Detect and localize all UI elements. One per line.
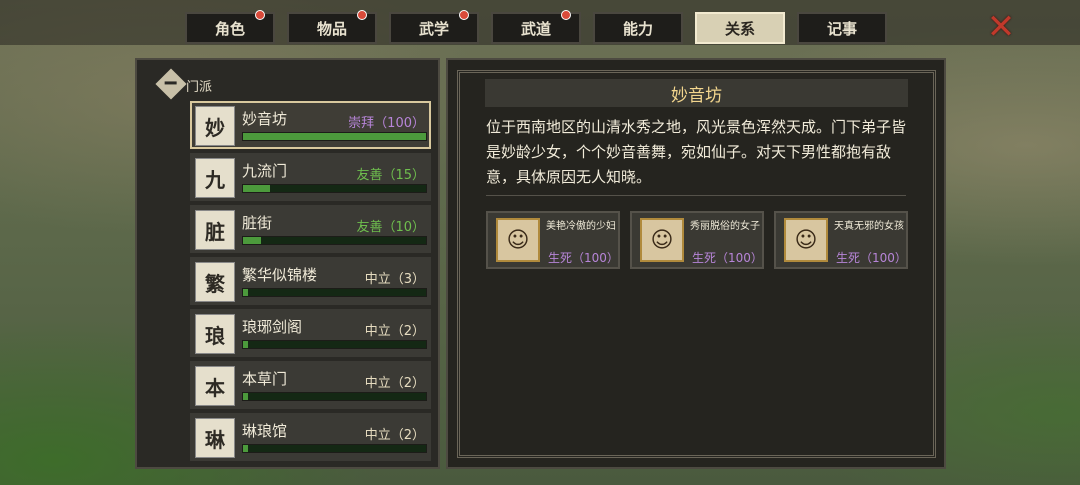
faction-emblem-icon: 妙 [195,106,235,146]
faction-row[interactable]: 本本草门 中立（2） [190,361,431,409]
faction-status: 中立（2） [364,324,425,339]
member-name: 天真无邪的女孩 [834,221,904,232]
notification-badge [255,10,265,20]
portrait-icon: ☺ [784,218,828,262]
close-icon[interactable]: ✕ [984,10,1018,44]
faction-row[interactable]: 琅琅琊剑阁 中立（2） [190,309,431,357]
portrait-icon: ☺ [640,218,684,262]
reputation-fill [243,445,249,452]
member-relation: 生死（100） [836,251,907,265]
reputation-fill [243,133,426,140]
faction-emblem-icon: 本 [195,366,235,406]
faction-name: 繁华似锦楼 [242,266,318,284]
reputation-fill [243,185,271,192]
faction-emblem-icon: 琅 [195,314,235,354]
tab-0[interactable]: 角色 [185,10,275,44]
reputation-bar [242,288,427,297]
tab-label: 武学 [418,19,449,38]
faction-name: 琳琅馆 [242,422,288,440]
notification-badge [357,10,367,20]
tab-label: 武道 [520,19,551,38]
tab-4[interactable]: 能力 [593,12,683,44]
tab-3[interactable]: 武道 [491,10,581,44]
reputation-bar [242,236,427,245]
faction-emblem-icon: 琳 [195,418,235,458]
reputation-fill [243,237,262,244]
member-card[interactable]: ☺ 秀丽脱俗的女子 生死（100） [630,211,764,269]
tab-2[interactable]: 武学 [389,10,479,44]
faction-description: 位于西南地区的山清水秀之地，风光景色浑然天成。门下弟子皆是妙龄少女，个个妙音善舞… [486,118,907,186]
faction-name: 本草门 [242,370,288,388]
tab-label: 角色 [214,19,245,38]
faction-name: 九流门 [242,162,288,180]
faction-emblem-icon: 九 [195,158,235,198]
divider [486,195,906,196]
faction-row[interactable]: 妙妙音坊 崇拜（100） [190,101,431,149]
tab-label: 能力 [622,19,653,38]
reputation-bar [242,132,427,141]
member-name: 美艳冷傲的少妇 [546,221,616,232]
group-label: 门派 [186,80,213,95]
member-relation: 生死（100） [548,251,619,265]
faction-emblem-icon: 脏 [195,210,235,250]
faction-name: 脏街 [242,214,273,232]
faction-row[interactable]: 琳琳琅馆 中立（2） [190,413,431,461]
reputation-bar [242,184,427,193]
reputation-fill [243,393,249,400]
faction-status: 中立（3） [364,272,425,287]
tab-label: 关系 [724,19,755,38]
faction-row[interactable]: 九九流门 友善（15） [190,153,431,201]
tab-6[interactable]: 记事 [797,12,887,44]
faction-emblem-icon: 繁 [195,262,235,302]
faction-status: 友善（10） [356,220,425,235]
tab-5[interactable]: 关系 [695,12,785,44]
portrait-icon: ☺ [496,218,540,262]
faction-name: 妙音坊 [242,110,288,128]
tab-label: 记事 [826,19,857,38]
reputation-bar [242,444,427,453]
member-card[interactable]: ☺ 美艳冷傲的少妇 生死（100） [486,211,620,269]
faction-title: 妙音坊 [485,79,908,107]
member-relation: 生死（100） [692,251,763,265]
member-name: 秀丽脱俗的女子 [690,221,760,232]
faction-row[interactable]: 脏脏街 友善（10） [190,205,431,253]
faction-status: 崇拜（100） [348,116,425,131]
reputation-bar [242,340,427,349]
notification-badge [459,10,469,20]
reputation-fill [243,341,249,348]
tab-1[interactable]: 物品 [287,10,377,44]
faction-row[interactable]: 繁繁华似锦楼 中立（3） [190,257,431,305]
reputation-fill [243,289,249,296]
notification-badge [561,10,571,20]
member-card[interactable]: ☺ 天真无邪的女孩 生死（100） [774,211,908,269]
reputation-bar [242,392,427,401]
faction-status: 中立（2） [364,428,425,443]
tab-label: 物品 [316,19,347,38]
faction-status: 中立（2） [364,376,425,391]
faction-status: 友善（15） [356,168,425,183]
faction-name: 琅琊剑阁 [242,318,303,336]
